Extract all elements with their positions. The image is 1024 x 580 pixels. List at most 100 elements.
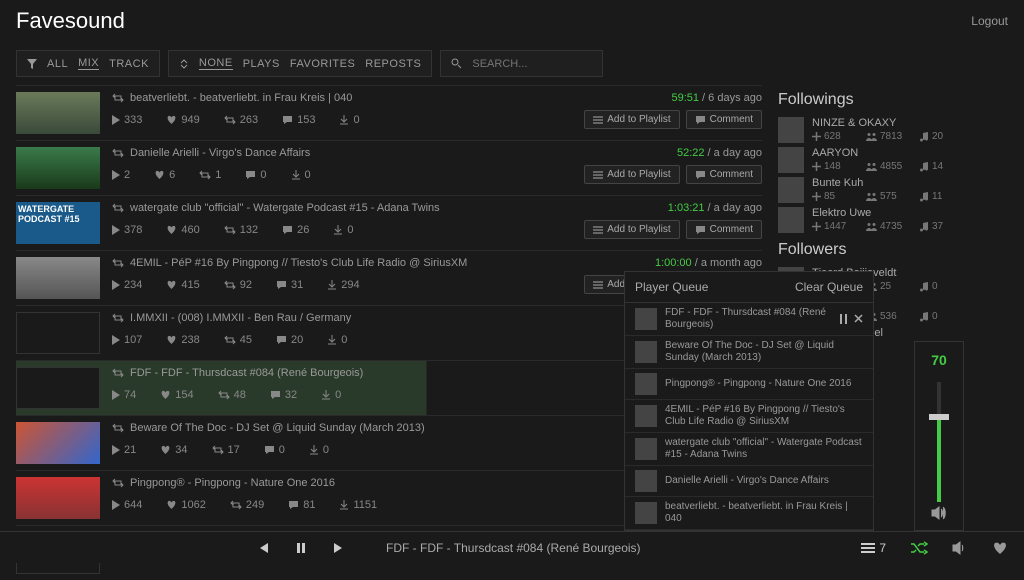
side-user-item[interactable]: Bunte Kuh 85 575 11 bbox=[778, 175, 1008, 205]
filter-icon bbox=[27, 59, 37, 69]
downloads-stat[interactable]: 0 bbox=[309, 444, 329, 456]
queue-artwork bbox=[635, 438, 657, 460]
like-button[interactable] bbox=[992, 541, 1008, 555]
add-to-playlist-button[interactable]: Add to Playlist bbox=[584, 110, 679, 129]
track-artwork[interactable] bbox=[16, 367, 100, 409]
downloads-stat[interactable]: 1151 bbox=[339, 499, 377, 511]
repost-icon bbox=[112, 368, 124, 378]
comments-stat[interactable]: 0 bbox=[264, 444, 285, 456]
next-button[interactable] bbox=[332, 541, 346, 555]
filter-all[interactable]: ALL bbox=[47, 58, 68, 70]
track-title[interactable]: 4EMIL - PéP #16 By Pingpong // Tiesto's … bbox=[130, 257, 467, 269]
add-to-playlist-button[interactable]: Add to Playlist bbox=[584, 165, 679, 184]
track-title[interactable]: I.MMXII - (008) I.MMXII - Ben Rau / Germ… bbox=[130, 312, 351, 324]
track-title[interactable]: FDF - FDF - Thursdcast #084 (René Bourge… bbox=[130, 367, 363, 379]
comments-stat[interactable]: 81 bbox=[288, 499, 315, 511]
sort-reposts[interactable]: REPOSTS bbox=[365, 58, 421, 70]
reposts-stat[interactable]: 249 bbox=[230, 499, 264, 511]
reposts-stat[interactable]: 92 bbox=[224, 279, 252, 291]
queue-item[interactable]: beatverliebt. - beatverliebt. in Frau Kr… bbox=[625, 497, 873, 530]
shuffle-button[interactable] bbox=[910, 541, 928, 555]
comment-button[interactable]: Comment bbox=[686, 110, 762, 129]
tracks-stat: 11 bbox=[920, 191, 960, 202]
queue-pause-icon[interactable] bbox=[839, 314, 848, 324]
track-artwork[interactable] bbox=[16, 257, 100, 299]
reposts-stat[interactable]: 45 bbox=[224, 334, 252, 346]
likes-stat[interactable]: 34 bbox=[160, 444, 187, 456]
likes-stat[interactable]: 1062 bbox=[166, 499, 205, 511]
track-artwork[interactable] bbox=[16, 312, 100, 354]
filter-mix[interactable]: MIX bbox=[78, 57, 99, 70]
queue-track-title: watergate club "official" - Watergate Po… bbox=[665, 437, 863, 461]
likes-stat[interactable]: 460 bbox=[166, 224, 199, 236]
likes-stat[interactable]: 154 bbox=[160, 389, 193, 401]
downloads-stat[interactable]: 0 bbox=[339, 114, 359, 126]
comments-stat[interactable]: 26 bbox=[282, 224, 309, 236]
comment-button[interactable]: Comment bbox=[686, 165, 762, 184]
track-artwork[interactable] bbox=[16, 147, 100, 189]
user-name: NINZE & OKAXY bbox=[812, 117, 1008, 129]
add-to-playlist-button[interactable]: Add to Playlist bbox=[584, 220, 679, 239]
downloads-stat[interactable]: 0 bbox=[291, 169, 311, 181]
side-user-item[interactable]: NINZE & OKAXY 628 7813 20 bbox=[778, 115, 1008, 145]
queue-item[interactable]: Pingpong® - Pingpong - Nature One 2016 bbox=[625, 369, 873, 400]
track-time: 52:22 / a day ago bbox=[677, 147, 762, 159]
volume-slider[interactable] bbox=[937, 382, 941, 502]
reposts-stat[interactable]: 48 bbox=[218, 389, 246, 401]
logout-link[interactable]: Logout bbox=[971, 14, 1008, 28]
queue-artwork bbox=[635, 341, 657, 363]
comments-stat[interactable]: 153 bbox=[282, 114, 315, 126]
pause-button[interactable] bbox=[294, 541, 308, 555]
repost-icon bbox=[112, 203, 124, 213]
side-user-item[interactable]: AARYON 148 4855 14 bbox=[778, 145, 1008, 175]
queue-item[interactable]: FDF - FDF - Thursdcast #084 (René Bourge… bbox=[625, 303, 873, 336]
comment-button[interactable]: Comment bbox=[686, 220, 762, 239]
speaker-icon[interactable] bbox=[931, 506, 947, 520]
now-playing-title[interactable]: FDF - FDF - Thursdcast #084 (René Bourge… bbox=[386, 541, 641, 555]
downloads-stat[interactable]: 0 bbox=[333, 224, 353, 236]
reposts-stat[interactable]: 1 bbox=[199, 169, 221, 181]
prev-button[interactable] bbox=[256, 541, 270, 555]
downloads-stat[interactable]: 294 bbox=[327, 279, 359, 291]
comments-stat[interactable]: 31 bbox=[276, 279, 303, 291]
reposts-stat[interactable]: 132 bbox=[224, 224, 258, 236]
queue-button[interactable]: 7 bbox=[861, 541, 886, 555]
people-stat: 4735 bbox=[866, 221, 906, 232]
likes-stat[interactable]: 949 bbox=[166, 114, 199, 126]
queue-item[interactable]: 4EMIL - PéP #16 By Pingpong // Tiesto's … bbox=[625, 400, 873, 433]
sort-plays[interactable]: PLAYS bbox=[243, 58, 280, 70]
comments-stat[interactable]: 0 bbox=[245, 169, 266, 181]
track-title[interactable]: beatverliebt. - beatverliebt. in Frau Kr… bbox=[130, 92, 352, 104]
track-title[interactable]: Beware Of The Doc - DJ Set @ Liquid Sund… bbox=[130, 422, 425, 434]
filter-track[interactable]: TRACK bbox=[109, 58, 149, 70]
track-artwork[interactable] bbox=[16, 92, 100, 134]
app-logo[interactable]: Favesound bbox=[16, 8, 125, 34]
likes-stat[interactable]: 415 bbox=[166, 279, 199, 291]
side-user-item[interactable]: Elektro Uwe 1447 4735 37 bbox=[778, 205, 1008, 235]
clear-queue[interactable]: Clear Queue bbox=[795, 280, 863, 294]
reposts-stat[interactable]: 17 bbox=[212, 444, 240, 456]
search-input[interactable] bbox=[472, 58, 592, 70]
sort-favorites[interactable]: FAVORITES bbox=[290, 58, 355, 70]
track-artwork[interactable]: WATERGATE PODCAST #15 bbox=[16, 202, 100, 244]
track-title[interactable]: Danielle Arielli - Virgo's Dance Affairs bbox=[130, 147, 310, 159]
comments-stat[interactable]: 20 bbox=[276, 334, 303, 346]
track-title[interactable]: Pingpong® - Pingpong - Nature One 2016 bbox=[130, 477, 335, 489]
reposts-stat[interactable]: 263 bbox=[224, 114, 258, 126]
volume-button[interactable] bbox=[952, 541, 968, 555]
volume-value: 70 bbox=[931, 352, 947, 368]
track-title[interactable]: watergate club "official" - Watergate Po… bbox=[130, 202, 440, 214]
queue-item[interactable]: Beware Of The Doc - DJ Set @ Liquid Sund… bbox=[625, 336, 873, 369]
queue-item[interactable]: Danielle Arielli - Virgo's Dance Affairs bbox=[625, 466, 873, 497]
queue-artwork bbox=[635, 405, 657, 427]
likes-stat[interactable]: 238 bbox=[166, 334, 199, 346]
track-artwork[interactable] bbox=[16, 422, 100, 464]
queue-remove-icon[interactable] bbox=[854, 314, 863, 324]
sort-none[interactable]: NONE bbox=[199, 57, 233, 70]
queue-item[interactable]: watergate club "official" - Watergate Po… bbox=[625, 433, 873, 466]
track-artwork[interactable] bbox=[16, 477, 100, 519]
likes-stat[interactable]: 6 bbox=[154, 169, 175, 181]
comments-stat[interactable]: 32 bbox=[270, 389, 297, 401]
downloads-stat[interactable]: 0 bbox=[321, 389, 341, 401]
downloads-stat[interactable]: 0 bbox=[327, 334, 347, 346]
